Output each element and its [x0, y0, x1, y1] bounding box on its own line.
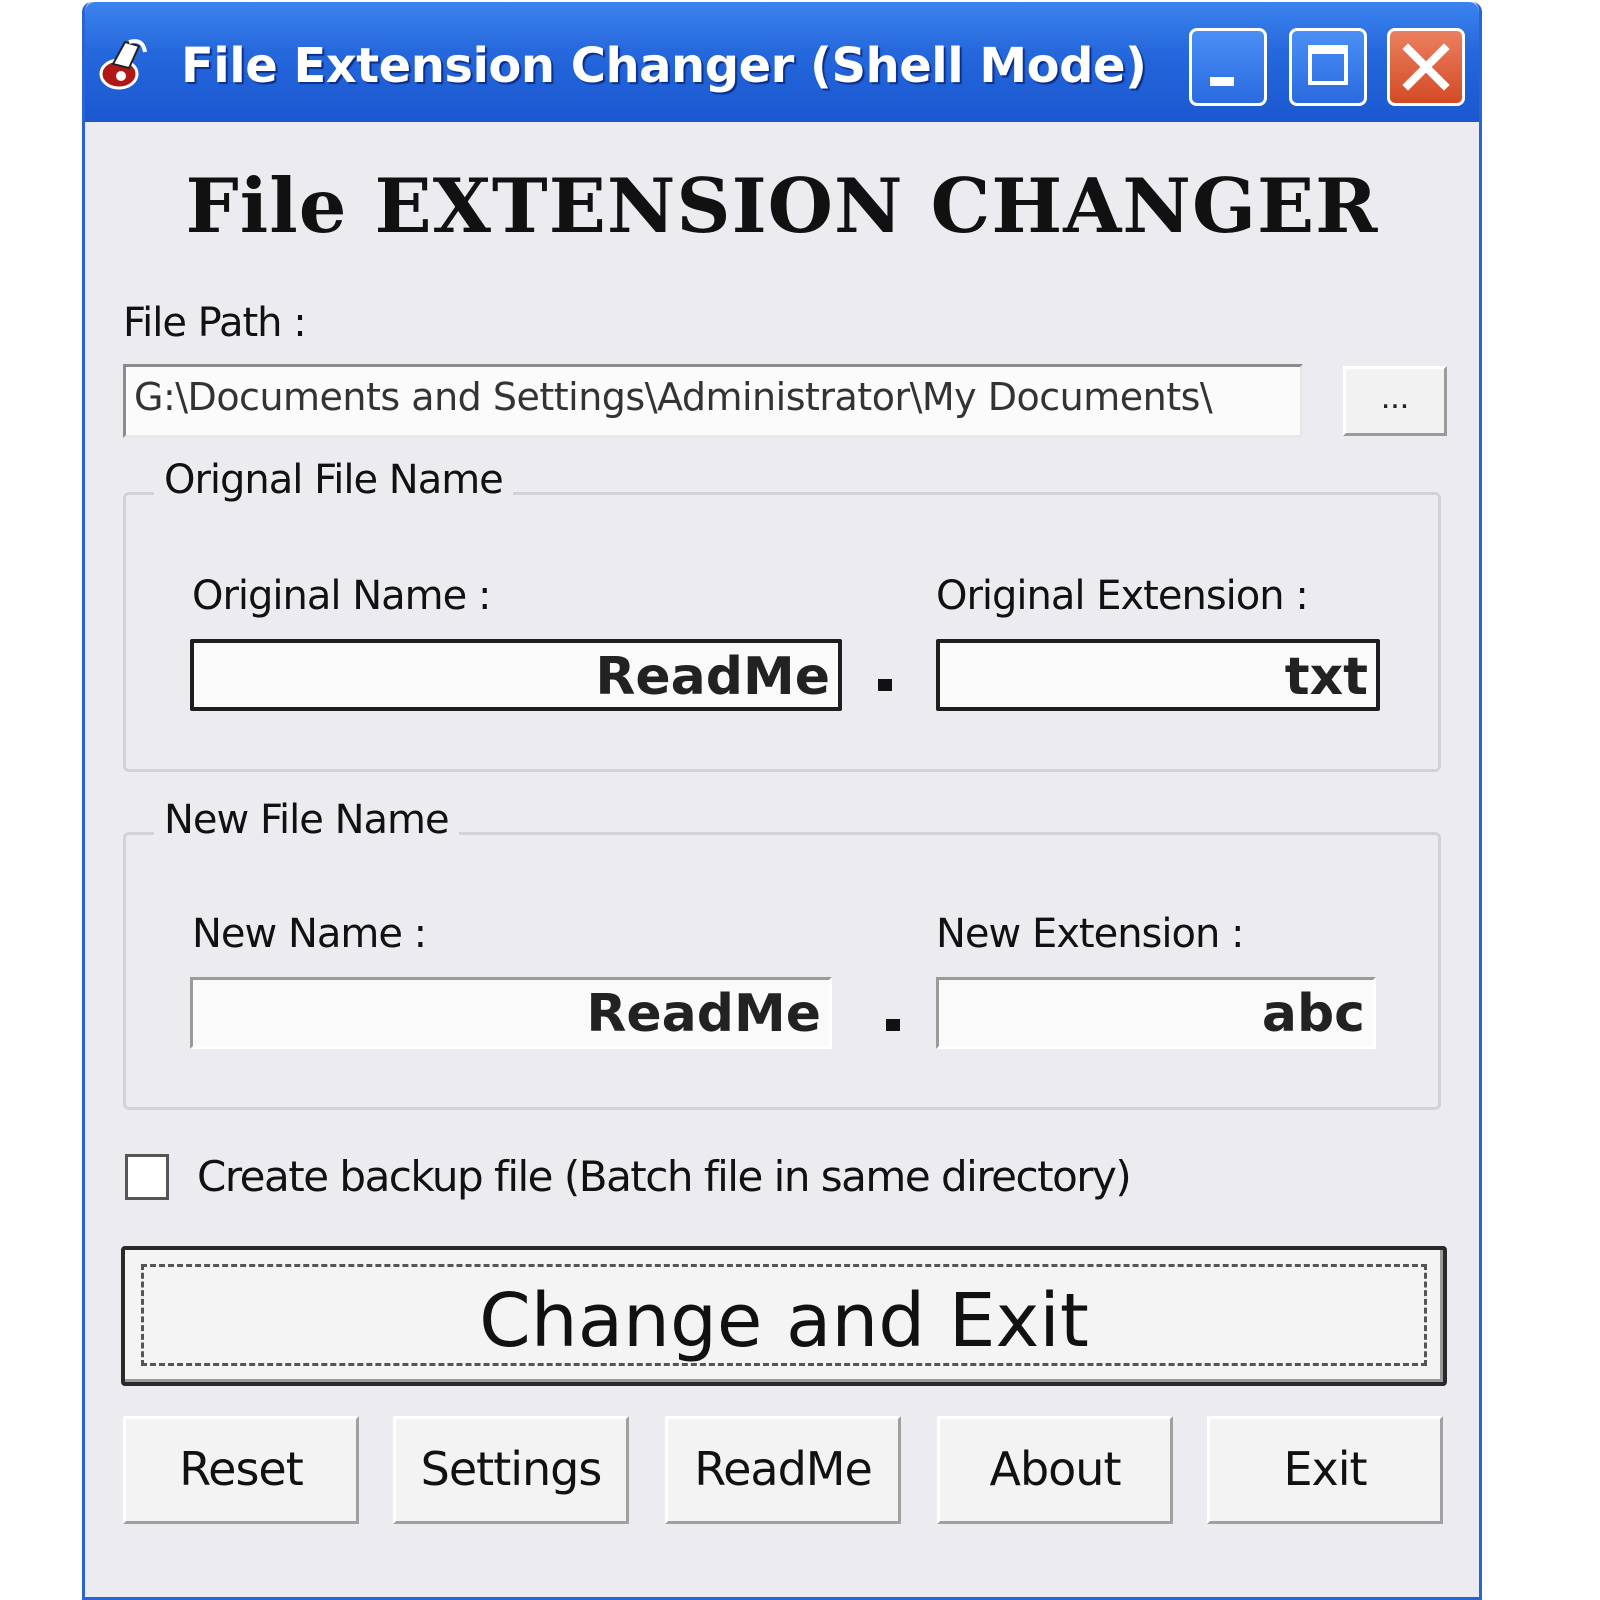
window-title: File Extension Changer (Shell Mode): [181, 38, 1147, 94]
original-file-name-group: Orignal File Name Original Name : ReadMe…: [123, 457, 1441, 772]
change-and-exit-label: Change and Exit: [479, 1278, 1089, 1364]
exit-button[interactable]: Exit: [1207, 1416, 1443, 1524]
app-icon: [99, 39, 147, 90]
original-name-label: Original Name :: [192, 573, 491, 619]
new-group-legend: New File Name: [154, 797, 459, 843]
settings-button[interactable]: Settings: [393, 1416, 629, 1524]
reset-button[interactable]: Reset: [123, 1416, 359, 1524]
backup-checkbox-label[interactable]: Create backup file (Batch file in same d…: [197, 1152, 1132, 1201]
file-path-field[interactable]: G:\Documents and Settings\Administrator\…: [123, 364, 1303, 438]
file-path-label: File Path :: [123, 300, 307, 346]
new-extension-input[interactable]: abc: [936, 977, 1376, 1049]
app-window: File Extension Changer (Shell Mode) File…: [82, 2, 1482, 1600]
original-extension-label: Original Extension :: [936, 573, 1309, 619]
browse-button[interactable]: ...: [1343, 366, 1447, 436]
original-group-legend: Orignal File Name: [154, 457, 513, 503]
app-heading: File EXTENSION CHANGER: [185, 162, 1379, 250]
maximize-button[interactable]: [1289, 28, 1367, 106]
new-name-input[interactable]: ReadMe: [190, 977, 832, 1049]
title-bar[interactable]: File Extension Changer (Shell Mode): [85, 2, 1479, 122]
minimize-button[interactable]: [1189, 28, 1267, 106]
new-extension-label: New Extension :: [936, 911, 1245, 957]
extension-separator-dot: [886, 1019, 900, 1031]
extension-separator-dot: [878, 679, 892, 691]
new-name-label: New Name :: [192, 911, 427, 957]
new-file-name-group: New File Name New Name : ReadMe New Exte…: [123, 797, 1441, 1110]
close-button[interactable]: [1387, 28, 1465, 106]
backup-checkbox[interactable]: [125, 1154, 169, 1200]
change-and-exit-button[interactable]: Change and Exit: [121, 1246, 1447, 1386]
maximize-icon: [1308, 45, 1348, 85]
readme-button[interactable]: ReadMe: [665, 1416, 901, 1524]
original-name-field[interactable]: ReadMe: [190, 639, 842, 711]
about-button[interactable]: About: [937, 1416, 1173, 1524]
original-extension-field[interactable]: txt: [936, 639, 1380, 711]
close-icon: [1402, 43, 1450, 91]
minimize-icon: [1210, 77, 1234, 86]
